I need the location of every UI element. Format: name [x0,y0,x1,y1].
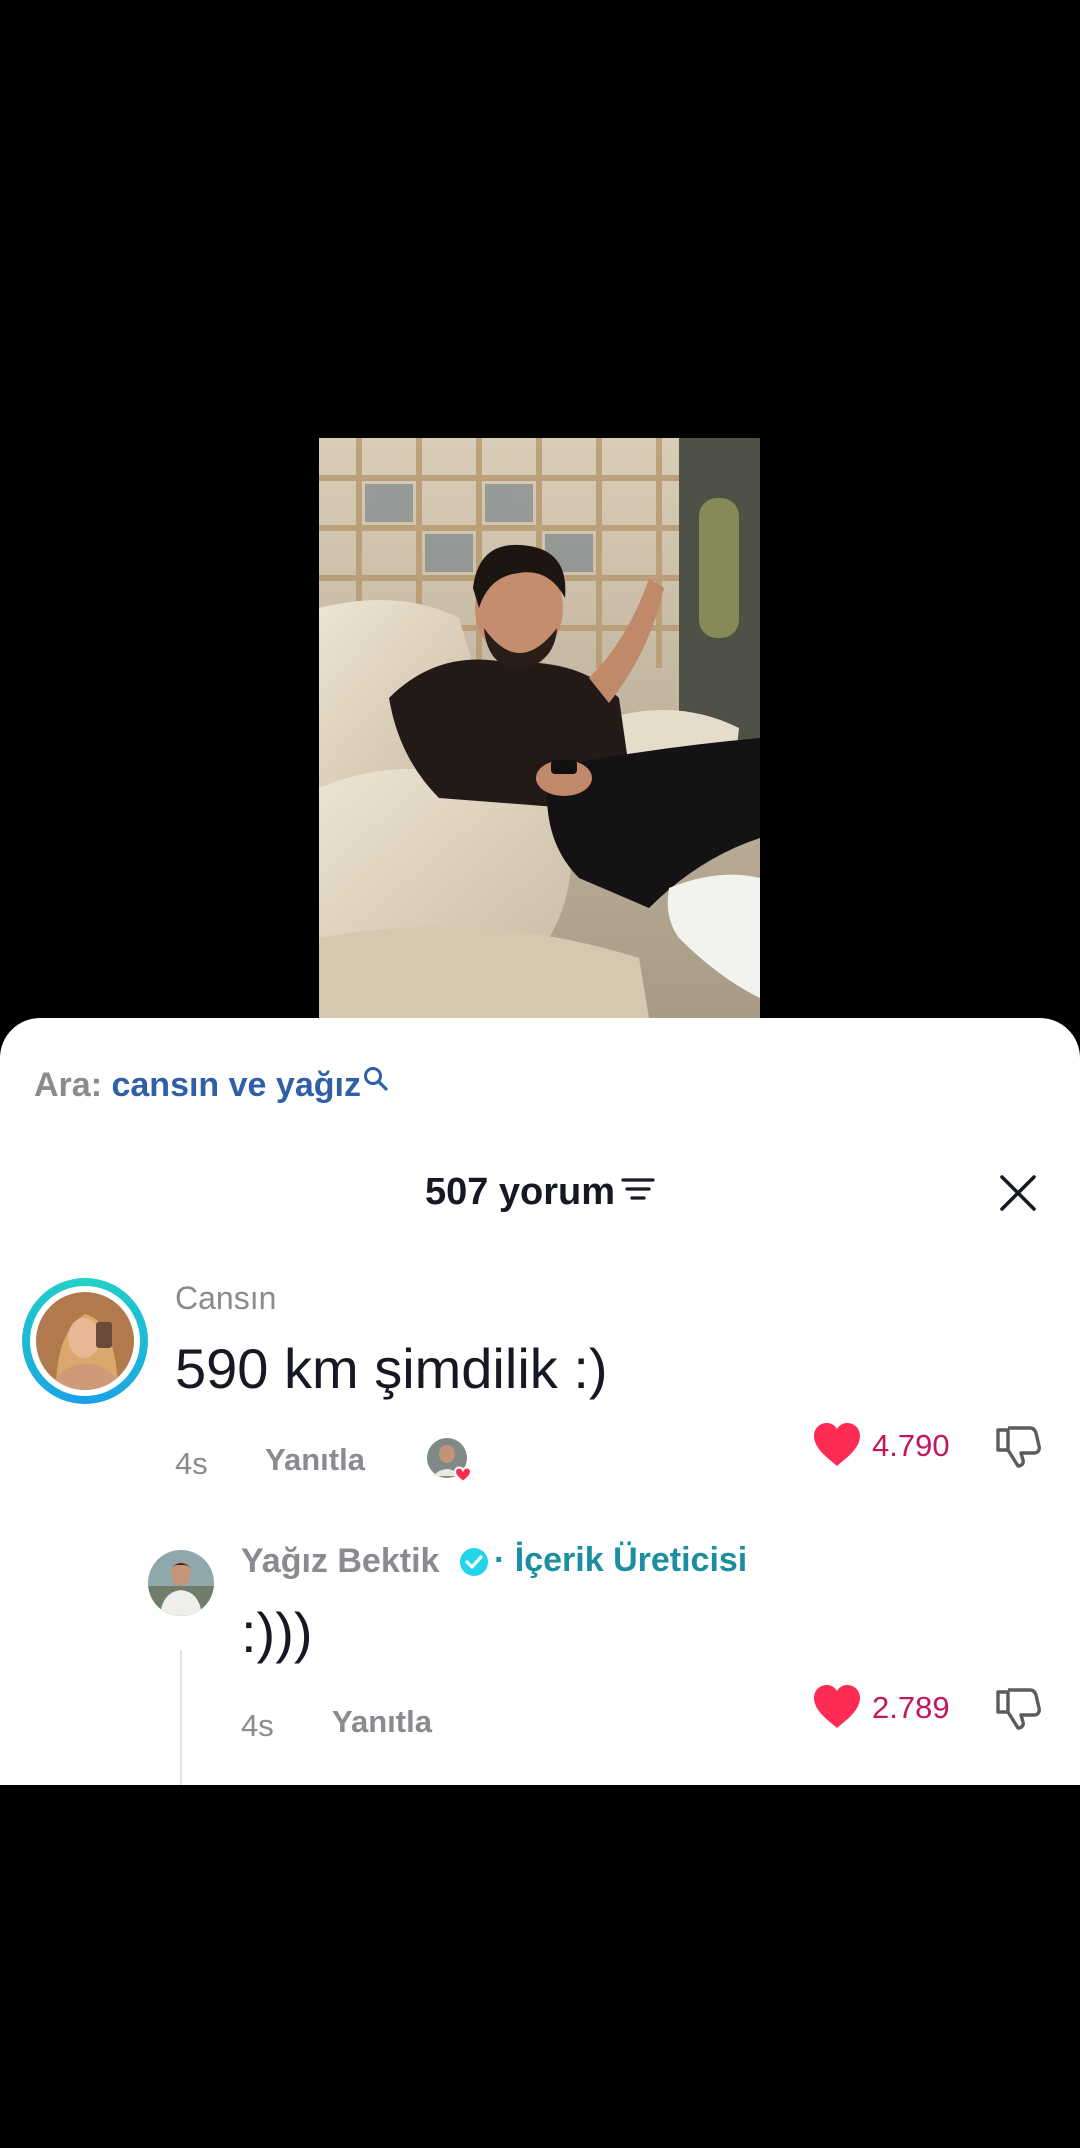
search-suggestion[interactable]: Ara: cansın ve yağız [34,1066,389,1105]
reply-avatar[interactable] [148,1550,214,1616]
reply-button[interactable]: Yanıtla [265,1442,365,1478]
comments-count: 507 yorum [424,1171,616,1213]
close-icon[interactable] [998,1173,1038,1213]
magnifier-icon[interactable] [363,1062,389,1101]
search-query[interactable]: cansın ve yağız [111,1066,360,1104]
like-count: 4.790 [872,1428,950,1463]
comments-sheet: Ara: cansın ve yağız 507 yorum Cansın 59… [0,1018,1080,1785]
like-count: 2.789 [872,1690,950,1725]
reply-username[interactable]: Yağız Bektik [241,1542,439,1581]
search-label: Ara: [34,1066,103,1104]
creator-badge: · İçerik Üreticisi [494,1541,748,1579]
verified-badge-icon [459,1547,489,1582]
video-thumbnail [319,438,760,1018]
comment-time: 4s [175,1446,208,1481]
comment-username[interactable]: Cansın [175,1280,276,1317]
avatar-photo [36,1292,134,1390]
comment-text: 590 km şimdilik :) [175,1337,608,1400]
heart-icon[interactable] [812,1422,862,1473]
comments-count-header[interactable]: 507 yorum [0,1171,1080,1214]
filter-icon[interactable] [621,1169,655,1212]
reply-text: :))) [241,1601,313,1664]
reply-thread-line [180,1650,182,1785]
avatar[interactable] [22,1278,148,1404]
heart-icon[interactable] [812,1684,862,1735]
thumbs-down-icon[interactable] [994,1422,1042,1475]
reply-button[interactable]: Yanıtla [332,1704,432,1740]
creator-liked-avatar [425,1436,475,1486]
thumbs-down-icon[interactable] [994,1684,1042,1737]
reply-time: 4s [241,1708,274,1743]
video-player[interactable] [319,438,760,1018]
